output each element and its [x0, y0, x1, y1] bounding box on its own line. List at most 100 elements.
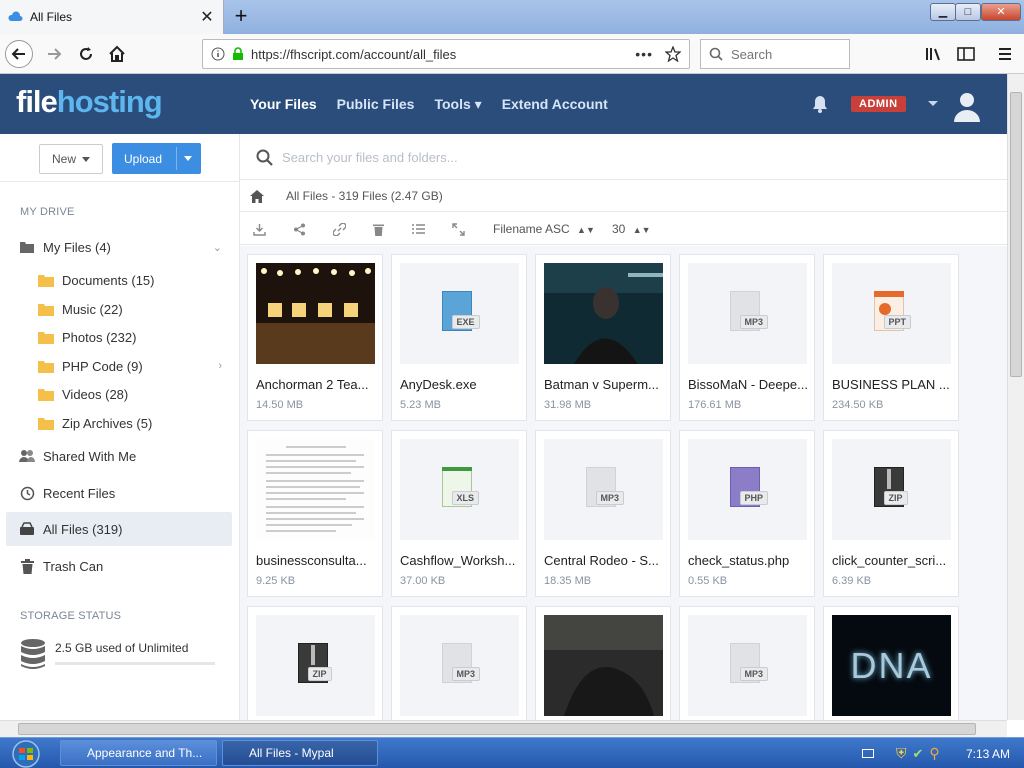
home-button[interactable]	[103, 40, 131, 68]
list-view-icon[interactable]	[410, 221, 426, 237]
sidebar-item-my-files[interactable]: My Files (4) ⌄	[0, 231, 232, 263]
window-maximize-button[interactable]: □	[955, 3, 981, 21]
file-card[interactable]: XLS Cashflow_Worksh... 37.00 KB	[391, 430, 527, 597]
clock[interactable]: 7:13 AM	[966, 747, 1010, 761]
browser-search-box[interactable]	[700, 39, 850, 69]
info-icon[interactable]	[211, 47, 225, 61]
nav-your-files[interactable]: Your Files	[250, 96, 317, 112]
mp3-file-icon: MP3	[582, 466, 626, 513]
sidebar-item-zip-archives[interactable]: Zip Archives (5)	[0, 409, 232, 437]
file-ext-badge: EXE	[451, 314, 480, 329]
new-button[interactable]: New	[39, 144, 103, 174]
sidebar-item-all-files[interactable]: All Files (319)	[6, 512, 232, 546]
start-orb-icon[interactable]	[6, 739, 46, 768]
share-icon[interactable]	[291, 221, 307, 237]
upload-caret-icon[interactable]	[184, 156, 192, 161]
file-ext-badge: ZIP	[307, 666, 332, 681]
download-icon[interactable]	[251, 221, 267, 237]
file-card[interactable]: ZIP click_counter_scri... 6.39 KB	[823, 430, 959, 597]
recent-label: Recent Files	[43, 485, 116, 501]
sidebar-item-recent[interactable]: Recent Files	[0, 477, 232, 509]
taskbar-item-mypal[interactable]: All Files - Mypal	[222, 740, 378, 766]
per-page-updown-icon: ▲▼	[632, 225, 651, 235]
keyboard-icon[interactable]	[862, 749, 874, 758]
file-thumbnail: MP3	[688, 263, 807, 364]
my-drive-heading: MY DRIVE	[20, 206, 75, 218]
expand-chevron-icon[interactable]: ›	[218, 360, 222, 372]
browser-search-input[interactable]	[731, 46, 831, 62]
horizontal-scrollbar[interactable]	[0, 720, 1007, 737]
window-close-button[interactable]: ✕	[981, 3, 1021, 21]
trash-icon	[19, 558, 35, 574]
sidebar-item-documents[interactable]: Documents (15)	[0, 266, 232, 294]
nav-public-files[interactable]: Public Files	[337, 96, 415, 112]
nav-tools[interactable]: Tools ▾	[434, 96, 481, 113]
forward-button[interactable]	[40, 40, 68, 68]
nav-extend-account[interactable]: Extend Account	[502, 96, 608, 112]
notifications-bell-icon[interactable]	[810, 94, 830, 114]
file-card[interactable]: MP3	[679, 606, 815, 720]
document-thumbnail-icon	[256, 439, 375, 540]
user-menu-caret-icon[interactable]	[928, 101, 938, 106]
sidebar-item-videos[interactable]: Videos (28)	[0, 380, 232, 408]
home-icon	[109, 45, 125, 62]
search-tray-icon[interactable]: ⚲	[929, 745, 939, 762]
file-card[interactable]: MP3 Central Rodeo - S... 18.35 MB	[535, 430, 671, 597]
sidebar-item-trash[interactable]: Trash Can	[0, 550, 232, 582]
reload-button[interactable]	[72, 40, 100, 68]
bookmark-star-icon[interactable]	[665, 46, 681, 62]
file-card[interactable]: businessconsulta... 9.25 KB	[247, 430, 383, 597]
file-card[interactable]: MP3 BissoMaN - Deepe... 176.61 MB	[679, 254, 815, 421]
window-minimize-button[interactable]: ▁	[930, 3, 956, 21]
sidebar-toggle-icon[interactable]	[957, 46, 975, 62]
new-tab-button[interactable]: +	[228, 3, 254, 29]
file-card[interactable]: Batman v Superm... 31.98 MB	[535, 254, 671, 421]
browser-tab-active[interactable]: All Files ✕	[0, 0, 224, 34]
vertical-scrollbar[interactable]	[1007, 74, 1024, 720]
shield-icon[interactable]: ⛨	[896, 745, 907, 762]
sidebar-item-music[interactable]: Music (22)	[0, 295, 232, 323]
sidebar-item-shared[interactable]: Shared With Me	[0, 440, 232, 472]
file-thumbnail	[256, 439, 375, 540]
per-page-select[interactable]: 30 ▲▼	[612, 222, 651, 236]
file-card[interactable]	[535, 606, 671, 720]
sidebar-divider	[0, 181, 240, 182]
file-card[interactable]: MP3	[391, 606, 527, 720]
horizontal-scroll-thumb[interactable]	[18, 723, 976, 735]
taskbar-item-label: All Files - Mypal	[249, 746, 334, 760]
link-icon[interactable]	[331, 221, 347, 237]
file-card[interactable]: EXE AnyDesk.exe 5.23 MB	[391, 254, 527, 421]
upload-button[interactable]: Upload	[112, 143, 201, 174]
tab-close-icon[interactable]: ✕	[199, 7, 215, 27]
mp3-file-icon: MP3	[726, 642, 770, 689]
file-search-input[interactable]	[282, 146, 782, 168]
user-avatar-icon[interactable]	[952, 90, 982, 122]
file-grid: Anchorman 2 Tea... 14.50 MB EXE AnyDesk.…	[240, 246, 1007, 720]
hamburger-menu-icon[interactable]	[997, 46, 1013, 62]
file-thumbnail	[544, 263, 663, 364]
delete-icon[interactable]	[370, 221, 386, 237]
file-card[interactable]: PHP check_status.php 0.55 KB	[679, 430, 815, 597]
address-bar[interactable]: https://fhscript.com/account/all_files •…	[202, 39, 690, 69]
collapse-chevron-icon[interactable]: ⌄	[213, 241, 222, 254]
file-thumbnail: PHP	[688, 439, 807, 540]
file-thumbnail: EXE	[400, 263, 519, 364]
sidebar-item-photos[interactable]: Photos (232)	[0, 323, 232, 351]
file-card[interactable]: ZIP	[247, 606, 383, 720]
file-card[interactable]: DNA	[823, 606, 959, 720]
taskbar-item-appearance[interactable]: Appearance and Th...	[60, 740, 217, 766]
fullscreen-icon[interactable]	[450, 221, 466, 237]
sort-select-value: Filename ASC	[493, 222, 570, 236]
sidebar-item-php-code[interactable]: PHP Code (9) ›	[0, 352, 232, 380]
filehosting-logo[interactable]: filehosting	[16, 84, 163, 120]
file-card[interactable]: PPT BUSINESS PLAN ... 234.50 KB	[823, 254, 959, 421]
library-icon[interactable]	[925, 46, 943, 62]
file-thumbnail: DNA	[832, 615, 951, 716]
file-card[interactable]: Anchorman 2 Tea... 14.50 MB	[247, 254, 383, 421]
back-button[interactable]	[5, 40, 33, 68]
network-icon[interactable]: ✔	[913, 746, 924, 762]
sort-select[interactable]: Filename ASC ▲▼	[493, 222, 595, 236]
home-icon[interactable]	[250, 189, 264, 203]
vertical-scroll-thumb[interactable]	[1010, 92, 1022, 377]
page-actions-icon[interactable]: •••	[635, 46, 653, 62]
